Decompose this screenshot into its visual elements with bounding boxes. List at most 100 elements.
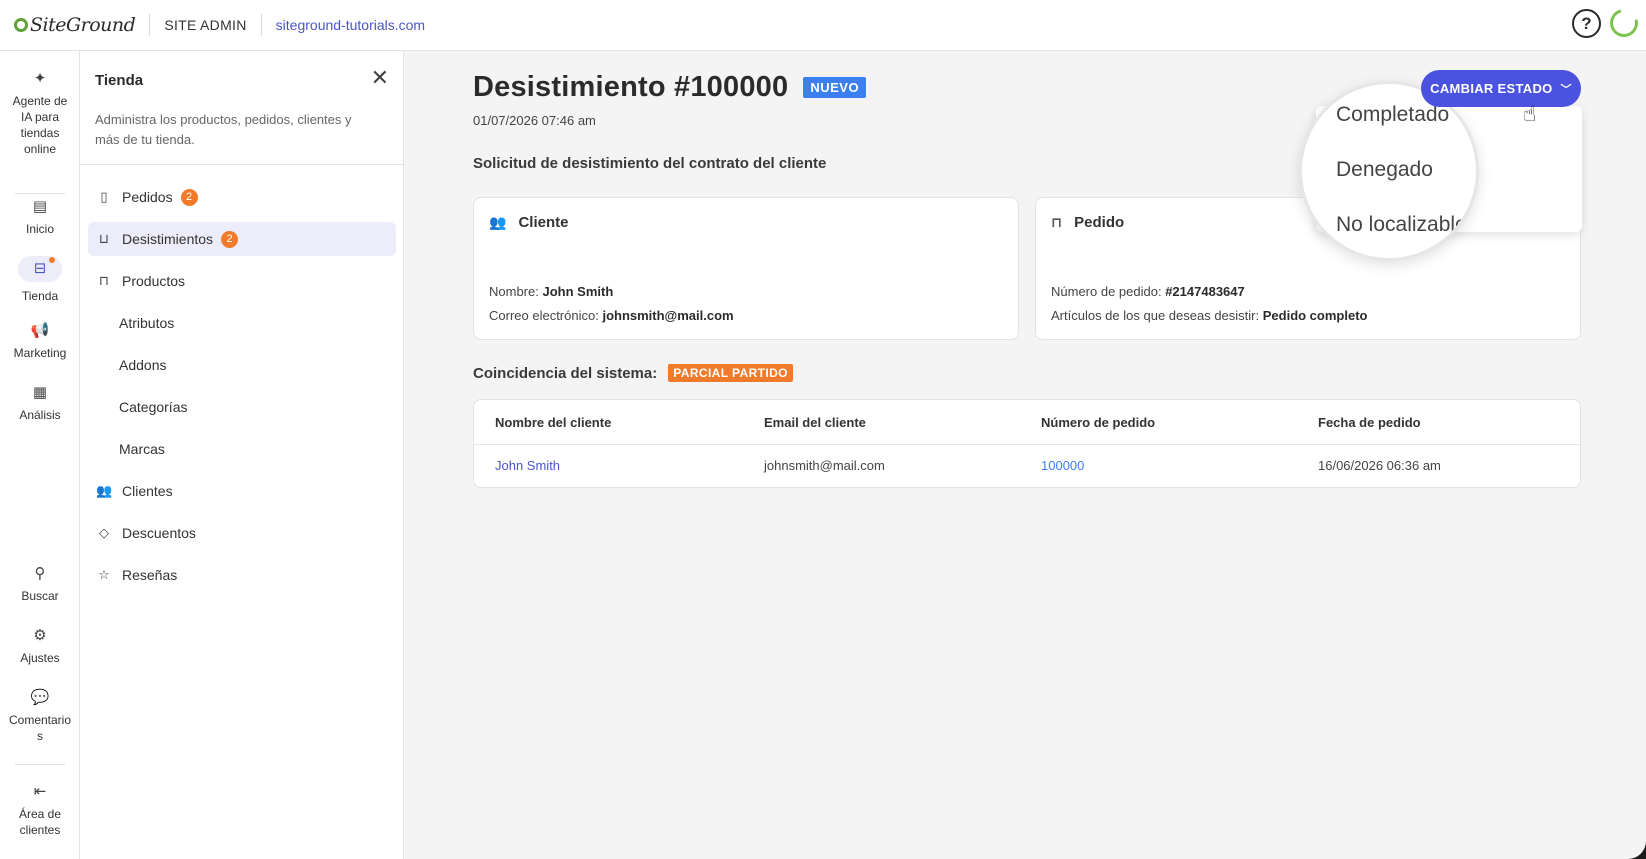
users-icon: 👥	[489, 214, 507, 230]
count-badge: 2	[221, 230, 239, 248]
nav-item-desistimientos[interactable]: ⊔ Desistimientos 2	[88, 222, 396, 256]
column-header: Número de pedido	[1041, 415, 1156, 430]
rail-label: Inicio	[25, 222, 54, 236]
client-email-line: Correo electrónico: johnsmith@mail.com	[489, 308, 734, 323]
notification-dot	[49, 257, 55, 263]
divider	[149, 14, 151, 36]
match-label: Coincidencia del sistema:	[473, 364, 658, 382]
help-icon: ?	[1581, 13, 1592, 33]
shopping-bag-icon: ⊓	[1051, 214, 1063, 230]
nav-item-resenas[interactable]: ☆ Reseñas	[88, 558, 396, 592]
count-badge: 2	[180, 188, 198, 206]
page-title: Desistimiento #100000	[473, 71, 789, 103]
option-no-localizable[interactable]: No localizable	[1336, 213, 1467, 237]
nav-item-addons[interactable]: Addons	[88, 348, 396, 382]
site-domain-link[interactable]: siteground-tutorials.com	[276, 17, 425, 33]
order-number-link[interactable]: 100000	[1041, 458, 1084, 473]
app-window: SiteGround SITE ADMIN siteground-tutoria…	[0, 0, 1646, 859]
rail-label: Buscar	[21, 589, 59, 603]
status-badge: NUEVO	[803, 77, 867, 98]
rail-item-area-clientes[interactable]: ⇤ Área de clientes	[0, 784, 80, 838]
main-content: Desistimiento #100000 NUEVO 01/07/2026 0…	[404, 51, 1646, 859]
panel-description: Administra los productos, pedidos, clien…	[95, 112, 352, 147]
order-items-label: Artículos de los que deseas desistir:	[1051, 308, 1260, 323]
rail-item-comentarios[interactable]: 💬 Comentarios	[0, 690, 80, 744]
receipt-icon: ▯	[100, 189, 108, 204]
nav-label: Marcas	[119, 441, 165, 457]
nav-item-marcas[interactable]: Marcas	[88, 432, 396, 466]
request-date: 01/07/2026 07:46 am	[473, 113, 596, 128]
nav-item-atributos[interactable]: Atributos	[88, 306, 396, 340]
rail-item-analisis[interactable]: ▦ Análisis	[0, 385, 80, 423]
nav-item-categorias[interactable]: Categorías	[88, 390, 396, 424]
match-table: Nombre del cliente Email del cliente Núm…	[473, 399, 1581, 488]
rail-label: Área de clientes	[18, 807, 62, 837]
feedback-icon: 💬	[30, 689, 50, 706]
rail-item-ajustes[interactable]: ⚙ Ajustes	[0, 628, 80, 666]
rail-item-inicio[interactable]: ▤ Inicio	[0, 199, 80, 237]
close-icon[interactable]: ✕	[371, 67, 389, 89]
card-title: Cliente	[518, 214, 569, 231]
nav-item-clientes[interactable]: 👥 Clientes	[88, 474, 396, 508]
rail-label: Tienda	[21, 289, 59, 303]
rail-divider	[15, 193, 65, 194]
logo-icon	[14, 18, 28, 32]
table-divider	[474, 444, 1580, 445]
chevron-down-icon: ﹀	[1560, 83, 1572, 96]
nav-label: Reseñas	[122, 567, 178, 583]
option-completado[interactable]: Completado	[1336, 103, 1449, 127]
rail-label: Marketing	[13, 346, 67, 360]
users-icon: 👥	[96, 483, 113, 498]
column-header: Fecha de pedido	[1318, 415, 1421, 430]
exit-icon: ⇤	[33, 783, 47, 800]
change-state-label: CAMBIAR ESTADO	[1430, 81, 1553, 96]
store-panel: Tienda ✕ Administra los productos, pedid…	[80, 51, 404, 859]
gear-icon: ⚙	[33, 627, 47, 644]
client-email-label: Correo electrónico:	[489, 308, 599, 323]
siteground-logo[interactable]: SiteGround	[14, 14, 136, 36]
nav-label: Atributos	[119, 315, 175, 331]
help-button[interactable]: ?	[1572, 9, 1601, 38]
section-title: Solicitud de desistimiento del contrato …	[473, 155, 827, 172]
order-items-value: Pedido completo	[1262, 308, 1368, 323]
nav-item-pedidos[interactable]: ▯ Pedidos 2	[88, 180, 396, 214]
order-number-line: Número de pedido: #2147483647	[1051, 284, 1245, 299]
option-denegado[interactable]: Denegado	[1336, 158, 1433, 182]
change-state-button[interactable]: CAMBIAR ESTADO ﹀	[1421, 70, 1581, 107]
customer-name-link[interactable]: John Smith	[495, 458, 560, 473]
sparkle-icon: ✦	[33, 70, 47, 87]
customer-email-cell: johnsmith@mail.com	[764, 458, 885, 473]
rail-item-ai-agent[interactable]: ✦ Agente de IA para tiendas online	[0, 71, 80, 157]
icon-rail: ✦ Agente de IA para tiendas online ▤ Ini…	[0, 51, 80, 859]
match-badge: PARCIAL PARTIDO	[668, 364, 793, 382]
rail-item-tienda[interactable]: ⊟ Tienda	[0, 256, 80, 304]
rail-label: Ajustes	[20, 651, 60, 665]
nav-item-descuentos[interactable]: ◇ Descuentos	[88, 516, 396, 550]
hand-pointer-icon: ☝	[1523, 101, 1537, 126]
order-number-label: Número de pedido:	[1051, 284, 1162, 299]
state-options-magnifier: Completado Denegado No localizable	[1299, 81, 1479, 261]
client-email-value: johnsmith@mail.com	[602, 308, 734, 323]
star-icon: ☆	[98, 567, 110, 582]
nav-label: Pedidos	[122, 189, 173, 205]
nav-label: Categorías	[119, 399, 188, 415]
search-icon: ⚲	[34, 565, 46, 582]
rail-label: Comentarios	[8, 713, 72, 743]
nav-label: Desistimientos	[122, 231, 214, 247]
rail-label: Análisis	[19, 408, 61, 422]
divider	[260, 14, 262, 36]
system-match-row: Coincidencia del sistema: PARCIAL PARTID…	[473, 364, 793, 382]
loading-spinner-icon	[1604, 3, 1644, 43]
store-icon: ⊟	[18, 256, 62, 282]
rail-item-buscar[interactable]: ⚲ Buscar	[0, 566, 80, 604]
order-items-line: Artículos de los que deseas desistir: Pe…	[1051, 308, 1367, 323]
nav-item-productos[interactable]: ⊓ Productos	[88, 264, 396, 298]
brand-name: SiteGround	[30, 14, 136, 36]
nav-label: Addons	[119, 357, 167, 373]
card-header: 👥 Cliente	[489, 214, 568, 231]
column-header: Nombre del cliente	[495, 415, 612, 430]
site-admin-label: SITE ADMIN	[164, 17, 247, 33]
card-title: Pedido	[1074, 214, 1125, 231]
rail-item-marketing[interactable]: 📢 Marketing	[0, 323, 80, 361]
rail-divider	[15, 764, 65, 765]
